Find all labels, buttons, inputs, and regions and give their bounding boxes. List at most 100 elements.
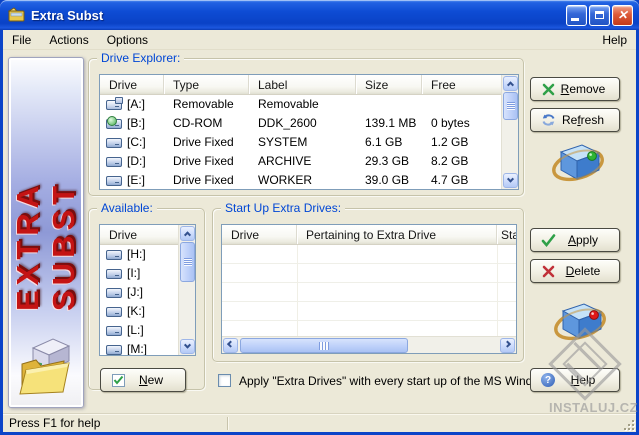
- new-button-label: New: [126, 373, 176, 387]
- apply-check-icon: [540, 232, 556, 248]
- scroll-right-button[interactable]: [500, 338, 515, 353]
- minimize-icon: [571, 18, 579, 21]
- scroll-left-button[interactable]: [223, 338, 238, 353]
- scrollbar-thumb[interactable]: [180, 242, 195, 282]
- menu-file[interactable]: File: [10, 31, 40, 49]
- fixed-drive-icon: [106, 345, 122, 355]
- column-header-type[interactable]: Type: [164, 75, 249, 94]
- help-question-icon: ?: [540, 372, 556, 388]
- drive-letter: [B:]: [127, 114, 145, 133]
- available-label: Available:: [97, 201, 157, 215]
- delete-button[interactable]: Delete: [530, 259, 620, 283]
- scrollbar-thumb[interactable]: [240, 338, 408, 353]
- startup-drives-table[interactable]: Drive Pertaining to Extra Drive Sta: [221, 224, 517, 354]
- delete-button-label: Delete: [556, 264, 610, 278]
- drive-letter: [M:]: [127, 340, 147, 356]
- close-button[interactable]: ✕: [612, 5, 633, 26]
- drive-label: Removable: [249, 95, 356, 114]
- drive-size: 6.1 GB: [356, 133, 422, 152]
- new-button[interactable]: New: [100, 368, 186, 392]
- drive-letter: [L:]: [127, 321, 144, 340]
- column-header-size[interactable]: Size: [356, 75, 422, 94]
- statusbar: Press F1 for help: [3, 413, 636, 432]
- menu-options[interactable]: Options: [98, 31, 157, 49]
- fixed-drive-icon: [106, 269, 122, 279]
- subst-drive-green-dot-icon: [550, 138, 608, 193]
- drive-letter: [H:]: [127, 245, 146, 264]
- table-row[interactable]: [D:] Drive Fixed ARCHIVE 29.3 GB 8.2 GB: [100, 152, 518, 171]
- status-text: Press F1 for help: [9, 416, 100, 430]
- open-folder-drive-icon: [17, 334, 75, 399]
- drive-explorer-table[interactable]: Drive Type Label Size Free [A:] Removabl…: [99, 74, 519, 190]
- fixed-drive-icon: [106, 176, 122, 186]
- column-header-drive[interactable]: Drive: [100, 225, 178, 244]
- startup-table-body: [222, 245, 516, 336]
- drive-letter: [K:]: [127, 302, 145, 321]
- app-banner: EXTRA SUBST: [8, 57, 84, 408]
- column-header-label[interactable]: Label: [249, 75, 356, 94]
- menu-help[interactable]: Help: [593, 31, 629, 49]
- vertical-scrollbar[interactable]: [178, 225, 195, 355]
- column-header-pertaining[interactable]: Pertaining to Extra Drive: [297, 225, 497, 244]
- drive-explorer-label: Drive Explorer:: [97, 51, 184, 65]
- maximize-button[interactable]: [589, 5, 610, 26]
- table-row[interactable]: [E:] Drive Fixed WORKER 39.0 GB 4.7 GB: [100, 171, 518, 190]
- resize-grip[interactable]: [620, 416, 635, 431]
- drive-size: 139.1 MB: [356, 114, 422, 133]
- drive-explorer-header: Drive Type Label Size Free: [100, 75, 518, 95]
- refresh-button-label: Refresh: [556, 113, 610, 127]
- scroll-down-button[interactable]: [180, 339, 195, 354]
- thumb-grip: [184, 258, 192, 266]
- drive-label: WORKER: [249, 171, 356, 190]
- column-header-drive[interactable]: Drive: [222, 225, 297, 244]
- subst-drive-red-dot-icon: [552, 296, 610, 353]
- help-button-label: Help: [556, 373, 610, 387]
- apply-button[interactable]: Apply: [530, 228, 620, 252]
- table-row[interactable]: [B:] CD-ROM DDK_2600 139.1 MB 0 bytes: [100, 114, 518, 133]
- statusbar-separator: [227, 417, 229, 430]
- banner-title: EXTRA SUBST: [10, 68, 82, 311]
- drive-free: 1.2 GB: [422, 133, 503, 152]
- menubar: File Actions Options Help: [3, 30, 636, 50]
- delete-x-icon: [540, 263, 556, 279]
- vertical-scrollbar[interactable]: [501, 75, 518, 189]
- remove-button-label: Remove: [556, 82, 610, 96]
- table-row[interactable]: [C:] Drive Fixed SYSTEM 6.1 GB 1.2 GB: [100, 133, 518, 152]
- column-header-free[interactable]: Free: [422, 75, 503, 94]
- drive-letter: [E:]: [127, 171, 145, 190]
- scroll-up-button[interactable]: [180, 226, 195, 241]
- drive-label: DDK_2600: [249, 114, 356, 133]
- drive-size: [356, 95, 422, 114]
- refresh-arrows-icon: [540, 112, 556, 128]
- drive-free: 0 bytes: [422, 114, 503, 133]
- available-list[interactable]: Drive [H:] [I:] [J:] [K:] [L:] [M:]: [99, 224, 196, 356]
- startup-apply-checkbox[interactable]: [218, 374, 231, 387]
- cd-rom-drive-icon: [106, 119, 122, 129]
- drive-type: Drive Fixed: [164, 171, 249, 190]
- fixed-drive-icon: [106, 288, 122, 298]
- refresh-button[interactable]: Refresh: [530, 108, 620, 132]
- scroll-up-button[interactable]: [503, 76, 518, 91]
- drive-free: 8.2 GB: [422, 152, 503, 171]
- fixed-drive-icon: [106, 307, 122, 317]
- startup-drives-label: Start Up Extra Drives:: [221, 201, 345, 215]
- column-header-status[interactable]: Sta: [497, 225, 516, 244]
- available-group: Available: Drive [H:] [I:] [J:] [K:] [L:…: [88, 208, 205, 390]
- drive-type: CD-ROM: [164, 114, 249, 133]
- app-folder-icon: [8, 7, 26, 23]
- chevron-left-icon: [227, 341, 234, 348]
- drive-letter: [I:]: [127, 264, 140, 283]
- scrollbar-thumb[interactable]: [503, 92, 518, 120]
- horizontal-scrollbar[interactable]: [222, 336, 516, 353]
- client-area: File Actions Options Help EXTRA SUBST Dr…: [3, 30, 636, 432]
- remove-button[interactable]: Remove: [530, 77, 620, 101]
- drive-letter: [J:]: [127, 283, 143, 302]
- table-row[interactable]: [A:] Removable Removable: [100, 95, 518, 114]
- scroll-down-button[interactable]: [503, 173, 518, 188]
- titlebar[interactable]: Extra Subst ✕: [0, 0, 639, 30]
- minimize-button[interactable]: [566, 5, 587, 26]
- drive-free: 4.7 GB: [422, 171, 503, 190]
- menu-actions[interactable]: Actions: [40, 31, 97, 49]
- help-button[interactable]: ? Help: [530, 368, 620, 392]
- column-header-drive[interactable]: Drive: [100, 75, 164, 94]
